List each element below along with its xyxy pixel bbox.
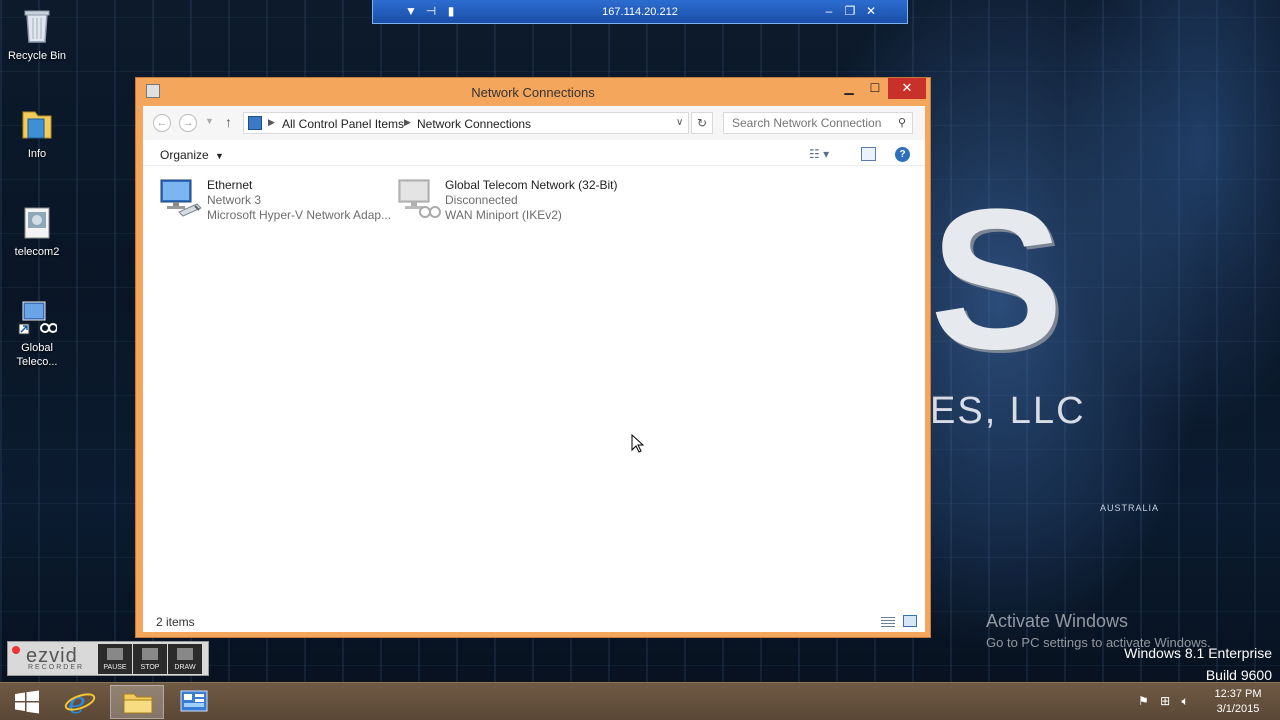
desktop-icon-label: Global Teleco...: [16, 342, 58, 368]
clock-date: 3/1/2015: [1216, 703, 1260, 715]
forward-button[interactable]: →: [179, 114, 197, 132]
activation-title: Activate Windows: [986, 611, 1129, 631]
vpn-connection-icon: [397, 178, 441, 220]
control-panel-icon: [180, 690, 208, 712]
desktop-icon-label: telecom2: [14, 246, 60, 258]
wallpaper-logo-suffix: ES, LLC: [930, 390, 1086, 432]
folder-icon: [17, 104, 57, 144]
restore-icon[interactable]: ❐: [842, 3, 858, 19]
chevron-right-icon[interactable]: ▶: [268, 117, 275, 128]
stop-label: STOP: [140, 664, 160, 671]
search-icon[interactable]: ⚲: [898, 116, 906, 129]
window-titlebar[interactable]: Network Connections ▁ ☐ ✕: [136, 78, 930, 106]
image-file-icon: [17, 202, 57, 242]
navigation-bar: ← → ▼ ↑ ▶ All Control Panel Items ▶ Netw…: [143, 106, 925, 140]
taskbar: e ⚑ ⊞ 🔈︎ 12:37 PM 3/1/2015: [0, 682, 1280, 720]
start-button[interactable]: [0, 685, 54, 719]
connection-status: Disconnected: [445, 193, 518, 207]
recent-locations-dropdown[interactable]: ▼: [205, 116, 214, 126]
item-count: 2 items: [156, 615, 195, 629]
minimize-icon[interactable]: –: [821, 3, 837, 19]
network-icon[interactable]: ⊞: [1160, 694, 1170, 708]
command-bar: Organize ▼ ☷ ▾ ?: [143, 144, 925, 166]
recording-indicator: [12, 646, 20, 654]
mouse-cursor-icon: [631, 434, 645, 453]
desktop-icon-label: Recycle Bin: [7, 50, 67, 62]
close-icon[interactable]: ✕: [863, 3, 879, 19]
connection-name: Ethernet: [207, 178, 253, 192]
connection-status: Network 3: [207, 193, 262, 207]
connection-item-ethernet[interactable]: Ethernet Network 3 Microsoft Hyper-V Net…: [159, 178, 399, 224]
network-connections-window[interactable]: Network Connections ▁ ☐ ✕ ← → ▼ ↑ ▶ All …: [135, 77, 931, 638]
taskbar-file-explorer[interactable]: [110, 685, 164, 719]
status-bar: 2 items: [143, 610, 925, 632]
stop-button[interactable]: STOP: [133, 644, 167, 674]
windows-version: Windows 8.1 Enterprise: [1124, 645, 1272, 661]
windows-logo-icon: [15, 690, 39, 714]
internet-explorer-icon: e: [64, 686, 96, 720]
help-icon[interactable]: ?: [895, 147, 910, 162]
maximize-button[interactable]: ☐: [862, 78, 888, 99]
connection-item-global-telecom[interactable]: Global Telecom Network (32-Bit) Disconne…: [397, 178, 637, 224]
windows-build-info: Windows 8.1 Enterprise Build 9600: [1124, 642, 1272, 686]
chevron-down-icon[interactable]: ∨: [676, 117, 683, 128]
desktop-icon-info[interactable]: Info: [6, 104, 68, 161]
details-view-icon[interactable]: [881, 616, 895, 627]
search-box[interactable]: ⚲: [723, 112, 913, 134]
change-view-button[interactable]: ☷ ▾: [809, 147, 829, 161]
back-button[interactable]: ←: [153, 114, 171, 132]
wallpaper-logo-letter: S: [930, 168, 1064, 391]
connection-device: WAN Miniport (IKEv2): [445, 208, 562, 222]
connection-name: Global Telecom Network (32-Bit): [445, 178, 618, 192]
address-bar[interactable]: ▶ All Control Panel Items ▶ Network Conn…: [243, 112, 689, 134]
taskbar-internet-explorer[interactable]: e: [54, 685, 108, 720]
up-button[interactable]: ↑: [225, 114, 232, 130]
window-title: Network Connections: [471, 85, 595, 100]
minimize-button[interactable]: ▁: [836, 78, 862, 99]
search-input[interactable]: [732, 116, 882, 130]
pause-icon: [107, 648, 123, 660]
close-button[interactable]: ✕: [888, 78, 926, 99]
desktop-icon-label: Info: [27, 148, 47, 160]
screen-recorder-widget[interactable]: ezvid RECORDER PAUSE STOP DRAW: [7, 641, 209, 676]
pause-button[interactable]: PAUSE: [98, 644, 132, 674]
recorder-tagline: RECORDER: [28, 664, 85, 671]
chevron-right-icon[interactable]: ▶: [404, 117, 411, 128]
breadcrumb-network-connections[interactable]: Network Connections: [417, 117, 531, 131]
recycle-bin-icon: [17, 6, 57, 46]
pause-label: PAUSE: [103, 664, 127, 671]
desktop-icon-recycle-bin[interactable]: Recycle Bin: [6, 6, 68, 63]
taskbar-clock[interactable]: 12:37 PM 3/1/2015: [1206, 687, 1270, 717]
pen-icon: [177, 648, 193, 660]
window-content: ← → ▼ ↑ ▶ All Control Panel Items ▶ Netw…: [143, 106, 925, 632]
desktop-icon-global-telecom[interactable]: Global Teleco...: [6, 298, 68, 369]
wallpaper-map-label: AUSTRALIA: [1100, 503, 1160, 513]
ethernet-adapter-icon: [159, 178, 203, 220]
stop-icon: [142, 648, 158, 660]
draw-label: DRAW: [174, 664, 196, 671]
remote-desktop-bar[interactable]: ▼ ⊣ ▮ 167.114.20.212 – ❐ ✕: [372, 0, 908, 24]
desktop-icon-telecom2[interactable]: telecom2: [6, 202, 68, 259]
clock-time: 12:37 PM: [1214, 688, 1262, 700]
organize-label: Organize: [160, 148, 209, 162]
control-panel-icon: [248, 116, 262, 130]
organize-button[interactable]: Organize ▼: [160, 148, 224, 162]
breadcrumb-all-control-panel-items[interactable]: All Control Panel Items: [282, 117, 404, 131]
draw-button[interactable]: DRAW: [168, 644, 202, 674]
preview-pane-button[interactable]: [861, 147, 876, 161]
connection-device: Microsoft Hyper-V Network Adap...: [207, 208, 392, 222]
svg-text:e: e: [68, 686, 86, 719]
taskbar-control-panel[interactable]: [167, 685, 221, 719]
action-center-flag-icon[interactable]: ⚑: [1138, 694, 1149, 708]
refresh-button[interactable]: ↻: [691, 112, 713, 134]
volume-icon[interactable]: 🔈︎: [1182, 694, 1189, 708]
tiles-view-icon[interactable]: [903, 615, 917, 627]
chevron-down-icon: ▼: [215, 151, 224, 161]
system-tray: ⚑ ⊞ 🔈︎: [1138, 694, 1189, 709]
network-shortcut-icon: [17, 298, 58, 338]
folder-icon: [123, 693, 153, 714]
